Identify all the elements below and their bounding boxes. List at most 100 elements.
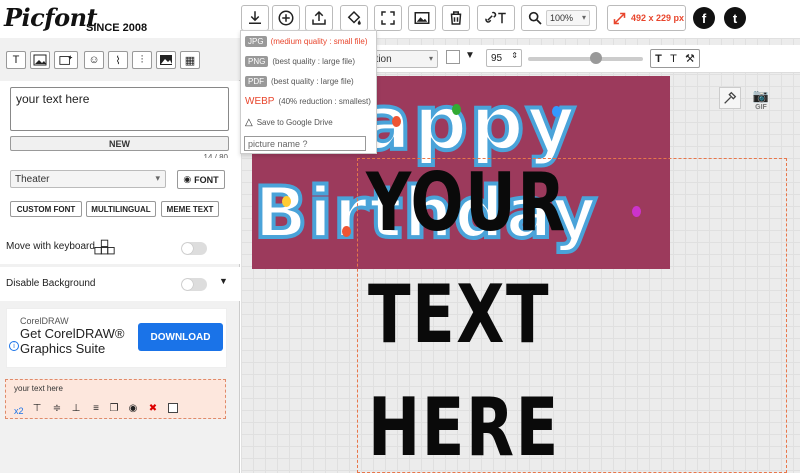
canvas-text-line-2[interactable]: TEXT xyxy=(368,275,550,355)
add-button[interactable] xyxy=(272,5,300,31)
resize-arrows-icon xyxy=(613,12,626,24)
align-top-icon[interactable]: ⊤ xyxy=(31,402,43,414)
info-icon[interactable]: i xyxy=(9,341,19,351)
balloon-decoration xyxy=(342,226,351,237)
trash-icon xyxy=(450,11,462,25)
font-select[interactable]: Theater ▾ xyxy=(10,170,166,188)
font-button-label: FONT xyxy=(194,174,219,185)
image-tool-button[interactable] xyxy=(30,51,50,69)
zoom-value: 100% xyxy=(550,13,574,23)
font-name: Theater xyxy=(15,173,50,185)
landscape-icon xyxy=(160,55,172,65)
tool-icon-row: T ☺ ⌇ ⫶ ▦ xyxy=(0,38,240,80)
background-button[interactable] xyxy=(156,51,176,69)
disable-background-row: Disable Background ▼ xyxy=(0,267,240,301)
fullscreen-icon xyxy=(381,11,395,25)
resize-button[interactable]: 492 x 229 px xyxy=(607,5,686,31)
magnifier-icon xyxy=(528,11,542,25)
eye-icon[interactable]: ◉ xyxy=(127,402,139,414)
adjust-button[interactable]: ⫶ xyxy=(132,51,152,69)
text-input[interactable]: your text here xyxy=(10,87,229,131)
export-pdf-item[interactable]: PDF (best quality : large file) xyxy=(245,76,354,87)
fill-button[interactable] xyxy=(340,5,368,31)
disable-background-toggle[interactable] xyxy=(181,278,207,291)
new-text-button[interactable]: NEW xyxy=(10,136,229,151)
facebook-icon: f xyxy=(701,10,707,26)
layer-checkbox[interactable] xyxy=(168,403,178,413)
layers-icon[interactable]: ❐ xyxy=(108,402,120,414)
download-button[interactable] xyxy=(241,5,269,31)
grid-button[interactable]: ▦ xyxy=(180,51,200,69)
text-tool-button[interactable]: T xyxy=(6,51,26,69)
twitter-button[interactable]: t xyxy=(724,7,746,29)
opacity-input[interactable]: 95 ⇕ xyxy=(486,49,522,67)
smiley-icon: ☺ xyxy=(88,54,100,66)
pdf-note: (best quality : large file) xyxy=(271,77,354,86)
lines-icon[interactable]: ≡ xyxy=(90,402,102,414)
text-color-swatch[interactable] xyxy=(446,50,460,64)
emoji-button[interactable]: ☺ xyxy=(84,51,104,69)
canvas-text-line-1[interactable]: YOUR xyxy=(366,163,567,243)
camera-icon: 📷 xyxy=(752,87,770,103)
move-keyboard-label: Move with keyboard xyxy=(6,241,95,252)
align-middle-text-icon[interactable]: T xyxy=(670,53,677,65)
ad-banner[interactable]: CorelDRAW Get CorelDRAW® Graphics Suite … xyxy=(6,308,227,368)
image-size-label: 492 x 229 px xyxy=(631,13,685,23)
opacity-value: 95 xyxy=(491,52,503,64)
eyedropper-button[interactable] xyxy=(719,87,741,109)
picture-name-input[interactable]: picture name ? xyxy=(244,136,366,151)
export-dropdown: JPG (medium quality : small file) PNG (b… xyxy=(240,30,377,154)
export-png-item[interactable]: PNG (best quality : large file) xyxy=(245,56,355,67)
attach-button[interactable]: ⌇ xyxy=(108,51,128,69)
image-button[interactable] xyxy=(408,5,436,31)
facebook-button[interactable]: f xyxy=(693,7,715,29)
png-note: (best quality : large file) xyxy=(272,57,356,66)
meme-text-button[interactable]: MEME TEXT xyxy=(161,201,219,217)
chevron-down-icon[interactable]: ▼ xyxy=(219,276,228,286)
delete-button[interactable] xyxy=(442,5,470,31)
opacity-slider-track[interactable] xyxy=(528,57,643,61)
image-icon xyxy=(33,54,47,66)
layer-name: your text here xyxy=(14,384,63,393)
canvas-text-line-3[interactable]: HERE xyxy=(368,388,560,468)
text-align-buttons: T T ⚒ xyxy=(650,49,700,68)
plus-circle-icon xyxy=(278,10,294,26)
align-top-text-icon[interactable]: T xyxy=(655,53,662,65)
fullscreen-button[interactable] xyxy=(374,5,402,31)
chevron-down-icon: ▾ xyxy=(428,54,433,63)
export-webp-item[interactable]: WEBP (40% reduction : smallest) xyxy=(245,96,371,107)
chevron-down-icon[interactable]: ▼ xyxy=(465,50,475,61)
font-preview-button[interactable]: ◉ FONT xyxy=(177,170,225,189)
zoom-control: 100% ▾ xyxy=(521,5,597,31)
align-middle-icon[interactable]: ≑ xyxy=(51,402,63,414)
webp-note: (40% reduction : smallest) xyxy=(278,97,371,106)
gif-camera-button[interactable]: 📷 GIF xyxy=(749,87,773,111)
upload-icon xyxy=(312,10,326,25)
logo[interactable]: Picfont xyxy=(4,3,98,32)
zoom-select[interactable]: 100% ▾ xyxy=(546,10,590,26)
align-bottom-icon[interactable]: ⊥ xyxy=(70,402,82,414)
google-drive-item[interactable]: △ Save to Google Drive xyxy=(245,117,333,128)
ad-download-button[interactable]: DOWNLOAD xyxy=(138,323,223,351)
custom-font-button[interactable]: CUSTOM FONT xyxy=(10,201,82,217)
move-keyboard-toggle[interactable] xyxy=(181,242,207,255)
ad-title[interactable]: Get CorelDRAW® Graphics Suite xyxy=(20,326,140,356)
balloon-decoration xyxy=(392,116,401,127)
balloon-decoration xyxy=(452,104,461,115)
paperclip-icon: ⌇ xyxy=(115,54,121,67)
chevron-down-icon: ▾ xyxy=(581,13,586,22)
delete-x-icon[interactable]: ✖ xyxy=(147,402,159,414)
add-image-button[interactable] xyxy=(54,51,78,69)
chevron-down-icon: ▾ xyxy=(155,173,160,183)
hammer-icon[interactable]: ⚒ xyxy=(685,52,695,65)
multilingual-button[interactable]: MULTILINGUAL xyxy=(86,201,156,217)
export-jpg-item[interactable]: JPG (medium quality : small file) xyxy=(245,36,367,47)
opacity-slider-handle[interactable] xyxy=(590,52,602,64)
link-text-button[interactable] xyxy=(477,5,515,31)
duplicate-x2[interactable]: x2 xyxy=(14,406,24,416)
upload-button[interactable] xyxy=(305,5,333,31)
top-bar: Picfont SINCE 2008 100% ▾ 492 x 229 px f … xyxy=(0,0,800,38)
pdf-badge: PDF xyxy=(245,76,267,87)
layer-item[interactable]: your text here x2 ⊤ ≑ ⊥ ≡ ❐ ◉ ✖ xyxy=(5,379,226,419)
balloon-decoration xyxy=(282,196,291,207)
